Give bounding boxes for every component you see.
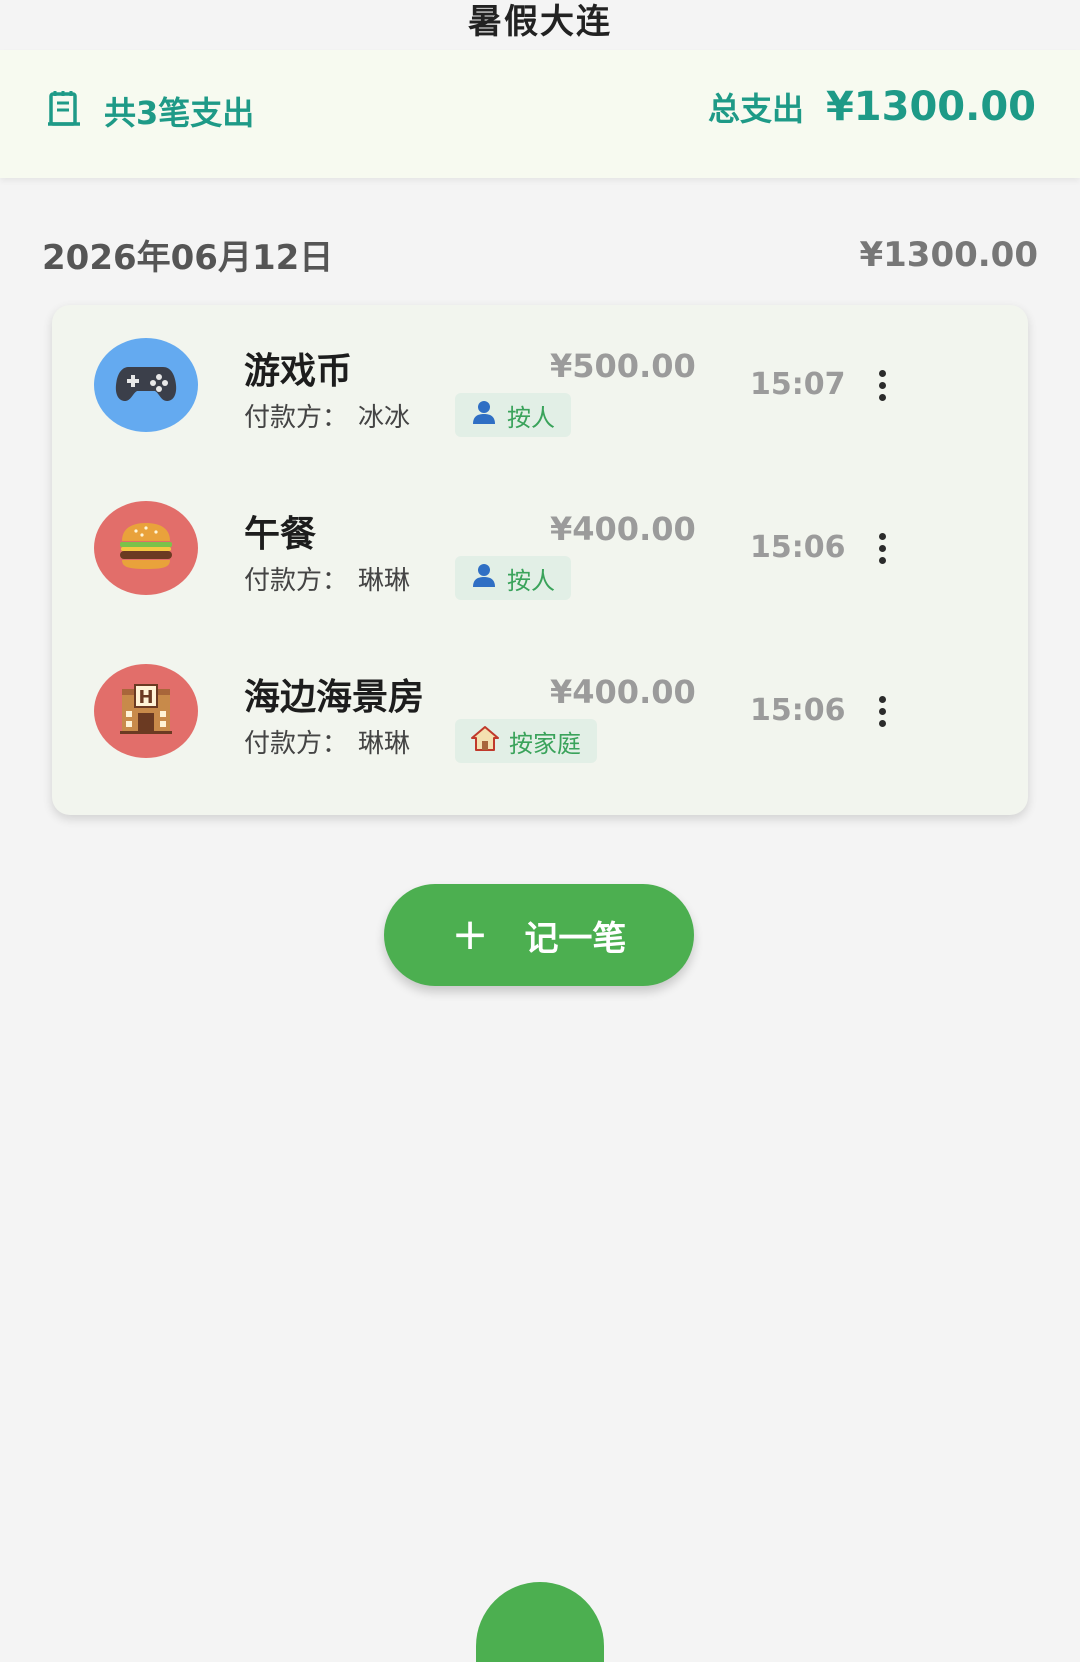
add-expense-button[interactable]: + 记一笔 xyxy=(384,884,694,986)
category-avatar xyxy=(94,338,198,432)
expense-item[interactable]: 午餐 付款方： 琳琳 按人 ¥400.00 15:06 xyxy=(52,468,1028,636)
expense-amount: ¥400.00 xyxy=(550,510,696,548)
category-avatar xyxy=(94,501,198,595)
house-icon xyxy=(471,725,499,757)
expense-amount: ¥400.00 xyxy=(550,673,696,711)
split-tag: 按人 xyxy=(455,556,571,600)
person-icon xyxy=(471,399,497,431)
payer-info: 付款方： 冰冰 xyxy=(244,397,410,434)
expense-item[interactable]: 游戏币 付款方： 冰冰 按人 ¥500.00 15:07 xyxy=(52,305,1028,473)
receipt-icon xyxy=(46,90,82,132)
expense-count-label: 共3笔支出 xyxy=(104,94,255,132)
payer-info: 付款方： 琳琳 xyxy=(244,723,410,760)
expense-time: 15:06 xyxy=(750,530,846,565)
split-tag-label: 按人 xyxy=(507,403,555,432)
payer-name: 琳琳 xyxy=(358,566,411,596)
payer-label: 付款方： xyxy=(244,403,349,433)
payer-name: 冰冰 xyxy=(358,403,411,433)
total-expense-label: 总支出 xyxy=(707,90,804,128)
expense-list-card: 游戏币 付款方： 冰冰 按人 ¥500.00 15:07 午餐 付款方： 琳琳 … xyxy=(52,305,1028,815)
total-expense: 总支出 ¥1300.00 xyxy=(708,84,1036,130)
gamepad-icon xyxy=(115,363,177,407)
payer-label: 付款方： xyxy=(244,566,349,596)
group-date: 2026年06月12日 xyxy=(42,238,334,278)
expense-name: 海边海景房 xyxy=(244,677,425,718)
expense-count: 共3笔支出 xyxy=(46,88,254,134)
expense-amount: ¥500.00 xyxy=(550,347,696,385)
more-options-icon[interactable] xyxy=(870,524,894,572)
add-expense-label: 记一笔 xyxy=(524,918,627,959)
expense-time: 15:06 xyxy=(750,693,846,728)
hotel-icon: H xyxy=(118,683,174,739)
split-tag-label: 按人 xyxy=(507,566,555,595)
total-expense-value: ¥1300.00 xyxy=(825,84,1036,130)
split-tag: 按家庭 xyxy=(455,719,597,763)
svg-text:H: H xyxy=(138,687,153,708)
payer-name: 琳琳 xyxy=(358,729,411,759)
expense-name: 午餐 xyxy=(244,514,317,555)
burger-icon xyxy=(118,521,174,575)
category-avatar: H xyxy=(94,664,198,758)
split-tag-label: 按家庭 xyxy=(509,729,581,758)
payer-label: 付款方： xyxy=(244,729,349,759)
person-icon xyxy=(471,562,497,594)
more-options-icon[interactable] xyxy=(870,687,894,735)
more-options-icon[interactable] xyxy=(870,361,894,409)
page-title: 暑假大连 xyxy=(468,2,612,42)
expense-time: 15:07 xyxy=(750,367,846,402)
bottom-action-button[interactable] xyxy=(476,1582,604,1662)
expense-item[interactable]: H 海边海景房 付款方： 琳琳 按家庭 ¥400.00 15:06 xyxy=(52,631,1028,799)
date-group-header: 2026年06月12日 ¥1300.00 xyxy=(42,230,1038,279)
expense-name: 游戏币 xyxy=(244,351,353,392)
top-bar: 暑假大连 xyxy=(0,0,1080,50)
payer-info: 付款方： 琳琳 xyxy=(244,560,410,597)
split-tag: 按人 xyxy=(455,393,571,437)
expense-summary-bar: 共3笔支出 总支出 ¥1300.00 xyxy=(0,50,1080,178)
plus-icon: + xyxy=(451,909,489,960)
group-total: ¥1300.00 xyxy=(859,234,1038,275)
